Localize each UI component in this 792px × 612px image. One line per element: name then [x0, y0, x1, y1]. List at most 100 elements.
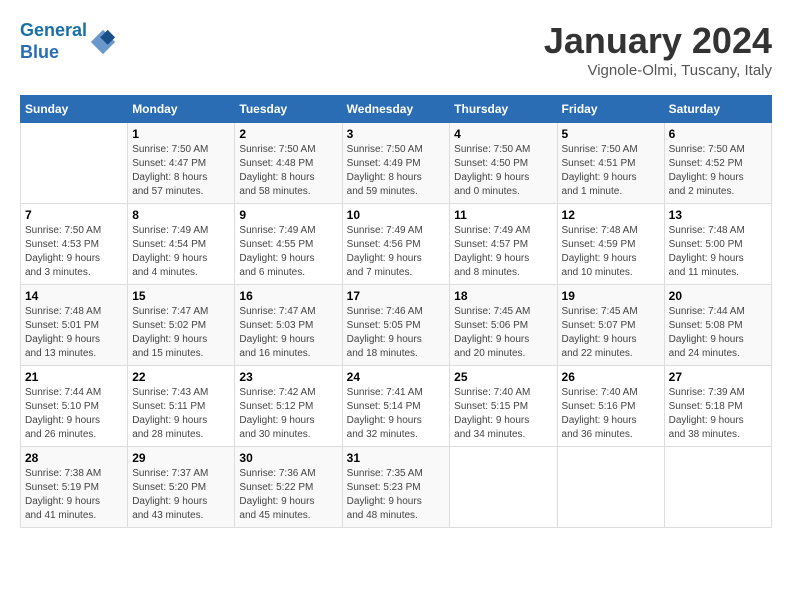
- day-detail: Sunrise: 7:50 AM Sunset: 4:53 PM Dayligh…: [25, 224, 123, 280]
- day-number: 25: [454, 370, 552, 384]
- day-number: 26: [562, 370, 660, 384]
- day-number: 21: [25, 370, 123, 384]
- day-detail: Sunrise: 7:45 AM Sunset: 5:06 PM Dayligh…: [454, 305, 552, 361]
- day-number: 17: [347, 289, 446, 303]
- calendar-cell: 5 Sunrise: 7:50 AM Sunset: 4:51 PM Daylig…: [557, 123, 664, 204]
- day-number: 6: [669, 127, 767, 141]
- calendar-cell: 18 Sunrise: 7:45 AM Sunset: 5:06 PM Dayli…: [450, 285, 557, 366]
- day-detail: Sunrise: 7:36 AM Sunset: 5:22 PM Dayligh…: [239, 467, 337, 523]
- calendar-cell: 12Sunrise: 7:48 AM Sunset: 4:59 PM Dayli…: [557, 204, 664, 285]
- weekday-header-cell: Wednesday: [342, 96, 450, 123]
- day-number: 3: [347, 127, 446, 141]
- day-detail: Sunrise: 7:49 AM Sunset: 4:56 PM Dayligh…: [347, 224, 446, 280]
- day-detail: Sunrise: 7:50 AM Sunset: 4:47 PM Dayligh…: [132, 143, 230, 199]
- calendar-cell: 22 Sunrise: 7:43 AM Sunset: 5:11 PM Dayli…: [128, 366, 235, 447]
- day-number: 11: [454, 208, 552, 222]
- calendar-cell: 21 Sunrise: 7:44 AM Sunset: 5:10 PM Dayli…: [21, 366, 128, 447]
- day-detail: Sunrise: 7:50 AM Sunset: 4:52 PM Dayligh…: [669, 143, 767, 199]
- calendar-week-row: 14 Sunrise: 7:48 AM Sunset: 5:01 PM Dayli…: [21, 285, 772, 366]
- calendar-cell: 1 Sunrise: 7:50 AM Sunset: 4:47 PM Daylig…: [128, 123, 235, 204]
- day-number: 9: [239, 208, 337, 222]
- calendar-cell: 24 Sunrise: 7:41 AM Sunset: 5:14 PM Dayli…: [342, 366, 450, 447]
- day-number: 13: [669, 208, 767, 222]
- calendar-cell: 19 Sunrise: 7:45 AM Sunset: 5:07 PM Dayli…: [557, 285, 664, 366]
- day-detail: Sunrise: 7:48 AM Sunset: 5:01 PM Dayligh…: [25, 305, 123, 361]
- day-number: 7: [25, 208, 123, 222]
- calendar-week-row: 7 Sunrise: 7:50 AM Sunset: 4:53 PM Daylig…: [21, 204, 772, 285]
- day-detail: Sunrise: 7:50 AM Sunset: 4:51 PM Dayligh…: [562, 143, 660, 199]
- calendar-cell: 28 Sunrise: 7:38 AM Sunset: 5:19 PM Dayli…: [21, 447, 128, 528]
- calendar-table: SundayMondayTuesdayWednesdayThursdayFrid…: [20, 95, 772, 528]
- calendar-cell: [450, 447, 557, 528]
- calendar-week-row: 21 Sunrise: 7:44 AM Sunset: 5:10 PM Dayli…: [21, 366, 772, 447]
- day-detail: Sunrise: 7:46 AM Sunset: 5:05 PM Dayligh…: [347, 305, 446, 361]
- calendar-cell: 6 Sunrise: 7:50 AM Sunset: 4:52 PM Daylig…: [664, 123, 771, 204]
- weekday-header-cell: Friday: [557, 96, 664, 123]
- logo-text: General Blue: [20, 20, 87, 63]
- calendar-cell: 27Sunrise: 7:39 AM Sunset: 5:18 PM Dayli…: [664, 366, 771, 447]
- weekday-header-cell: Saturday: [664, 96, 771, 123]
- day-number: 23: [239, 370, 337, 384]
- calendar-cell: 13 Sunrise: 7:48 AM Sunset: 5:00 PM Dayli…: [664, 204, 771, 285]
- day-number: 28: [25, 451, 123, 465]
- day-number: 19: [562, 289, 660, 303]
- title-block: January 2024 Vignole-Olmi, Tuscany, Ital…: [544, 20, 772, 79]
- month-title: January 2024: [544, 20, 772, 62]
- calendar-week-row: 28 Sunrise: 7:38 AM Sunset: 5:19 PM Dayli…: [21, 447, 772, 528]
- day-detail: Sunrise: 7:37 AM Sunset: 5:20 PM Dayligh…: [132, 467, 230, 523]
- day-detail: Sunrise: 7:45 AM Sunset: 5:07 PM Dayligh…: [562, 305, 660, 361]
- day-number: 8: [132, 208, 230, 222]
- day-detail: Sunrise: 7:43 AM Sunset: 5:11 PM Dayligh…: [132, 386, 230, 442]
- calendar-cell: 9 Sunrise: 7:49 AM Sunset: 4:55 PM Daylig…: [235, 204, 342, 285]
- weekday-header-row: SundayMondayTuesdayWednesdayThursdayFrid…: [21, 96, 772, 123]
- day-number: 27: [669, 370, 767, 384]
- calendar-body: 1 Sunrise: 7:50 AM Sunset: 4:47 PM Daylig…: [21, 123, 772, 528]
- day-detail: Sunrise: 7:44 AM Sunset: 5:08 PM Dayligh…: [669, 305, 767, 361]
- day-detail: Sunrise: 7:50 AM Sunset: 4:49 PM Dayligh…: [347, 143, 446, 199]
- day-number: 18: [454, 289, 552, 303]
- day-number: 22: [132, 370, 230, 384]
- day-number: 31: [347, 451, 446, 465]
- day-detail: Sunrise: 7:44 AM Sunset: 5:10 PM Dayligh…: [25, 386, 123, 442]
- day-number: 12: [562, 208, 660, 222]
- calendar-cell: 10 Sunrise: 7:49 AM Sunset: 4:56 PM Dayli…: [342, 204, 450, 285]
- calendar-cell: 25 Sunrise: 7:40 AM Sunset: 5:15 PM Dayli…: [450, 366, 557, 447]
- day-detail: Sunrise: 7:42 AM Sunset: 5:12 PM Dayligh…: [239, 386, 337, 442]
- weekday-header-cell: Sunday: [21, 96, 128, 123]
- day-detail: Sunrise: 7:49 AM Sunset: 4:54 PM Dayligh…: [132, 224, 230, 280]
- day-detail: Sunrise: 7:48 AM Sunset: 5:00 PM Dayligh…: [669, 224, 767, 280]
- calendar-cell: 3 Sunrise: 7:50 AM Sunset: 4:49 PM Daylig…: [342, 123, 450, 204]
- calendar-cell: 2Sunrise: 7:50 AM Sunset: 4:48 PM Daylig…: [235, 123, 342, 204]
- day-number: 10: [347, 208, 446, 222]
- day-number: 1: [132, 127, 230, 141]
- calendar-cell: 29Sunrise: 7:37 AM Sunset: 5:20 PM Dayli…: [128, 447, 235, 528]
- day-detail: Sunrise: 7:38 AM Sunset: 5:19 PM Dayligh…: [25, 467, 123, 523]
- logo: General Blue: [20, 20, 117, 63]
- day-number: 15: [132, 289, 230, 303]
- day-detail: Sunrise: 7:49 AM Sunset: 4:57 PM Dayligh…: [454, 224, 552, 280]
- day-number: 20: [669, 289, 767, 303]
- day-number: 5: [562, 127, 660, 141]
- weekday-header-cell: Monday: [128, 96, 235, 123]
- calendar-cell: 26Sunrise: 7:40 AM Sunset: 5:16 PM Dayli…: [557, 366, 664, 447]
- day-number: 16: [239, 289, 337, 303]
- day-detail: Sunrise: 7:50 AM Sunset: 4:50 PM Dayligh…: [454, 143, 552, 199]
- calendar-cell: 4Sunrise: 7:50 AM Sunset: 4:50 PM Daylig…: [450, 123, 557, 204]
- calendar-cell: 15 Sunrise: 7:47 AM Sunset: 5:02 PM Dayli…: [128, 285, 235, 366]
- day-detail: Sunrise: 7:41 AM Sunset: 5:14 PM Dayligh…: [347, 386, 446, 442]
- day-detail: Sunrise: 7:47 AM Sunset: 5:02 PM Dayligh…: [132, 305, 230, 361]
- day-number: 24: [347, 370, 446, 384]
- day-detail: Sunrise: 7:49 AM Sunset: 4:55 PM Dayligh…: [239, 224, 337, 280]
- calendar-cell: [664, 447, 771, 528]
- calendar-cell: [557, 447, 664, 528]
- calendar-cell: 17 Sunrise: 7:46 AM Sunset: 5:05 PM Dayli…: [342, 285, 450, 366]
- day-detail: Sunrise: 7:40 AM Sunset: 5:15 PM Dayligh…: [454, 386, 552, 442]
- weekday-header-cell: Thursday: [450, 96, 557, 123]
- location-subtitle: Vignole-Olmi, Tuscany, Italy: [544, 62, 772, 79]
- day-number: 14: [25, 289, 123, 303]
- logo-icon: [89, 28, 117, 56]
- day-number: 30: [239, 451, 337, 465]
- day-detail: Sunrise: 7:47 AM Sunset: 5:03 PM Dayligh…: [239, 305, 337, 361]
- calendar-cell: 20 Sunrise: 7:44 AM Sunset: 5:08 PM Dayli…: [664, 285, 771, 366]
- calendar-cell: 14 Sunrise: 7:48 AM Sunset: 5:01 PM Dayli…: [21, 285, 128, 366]
